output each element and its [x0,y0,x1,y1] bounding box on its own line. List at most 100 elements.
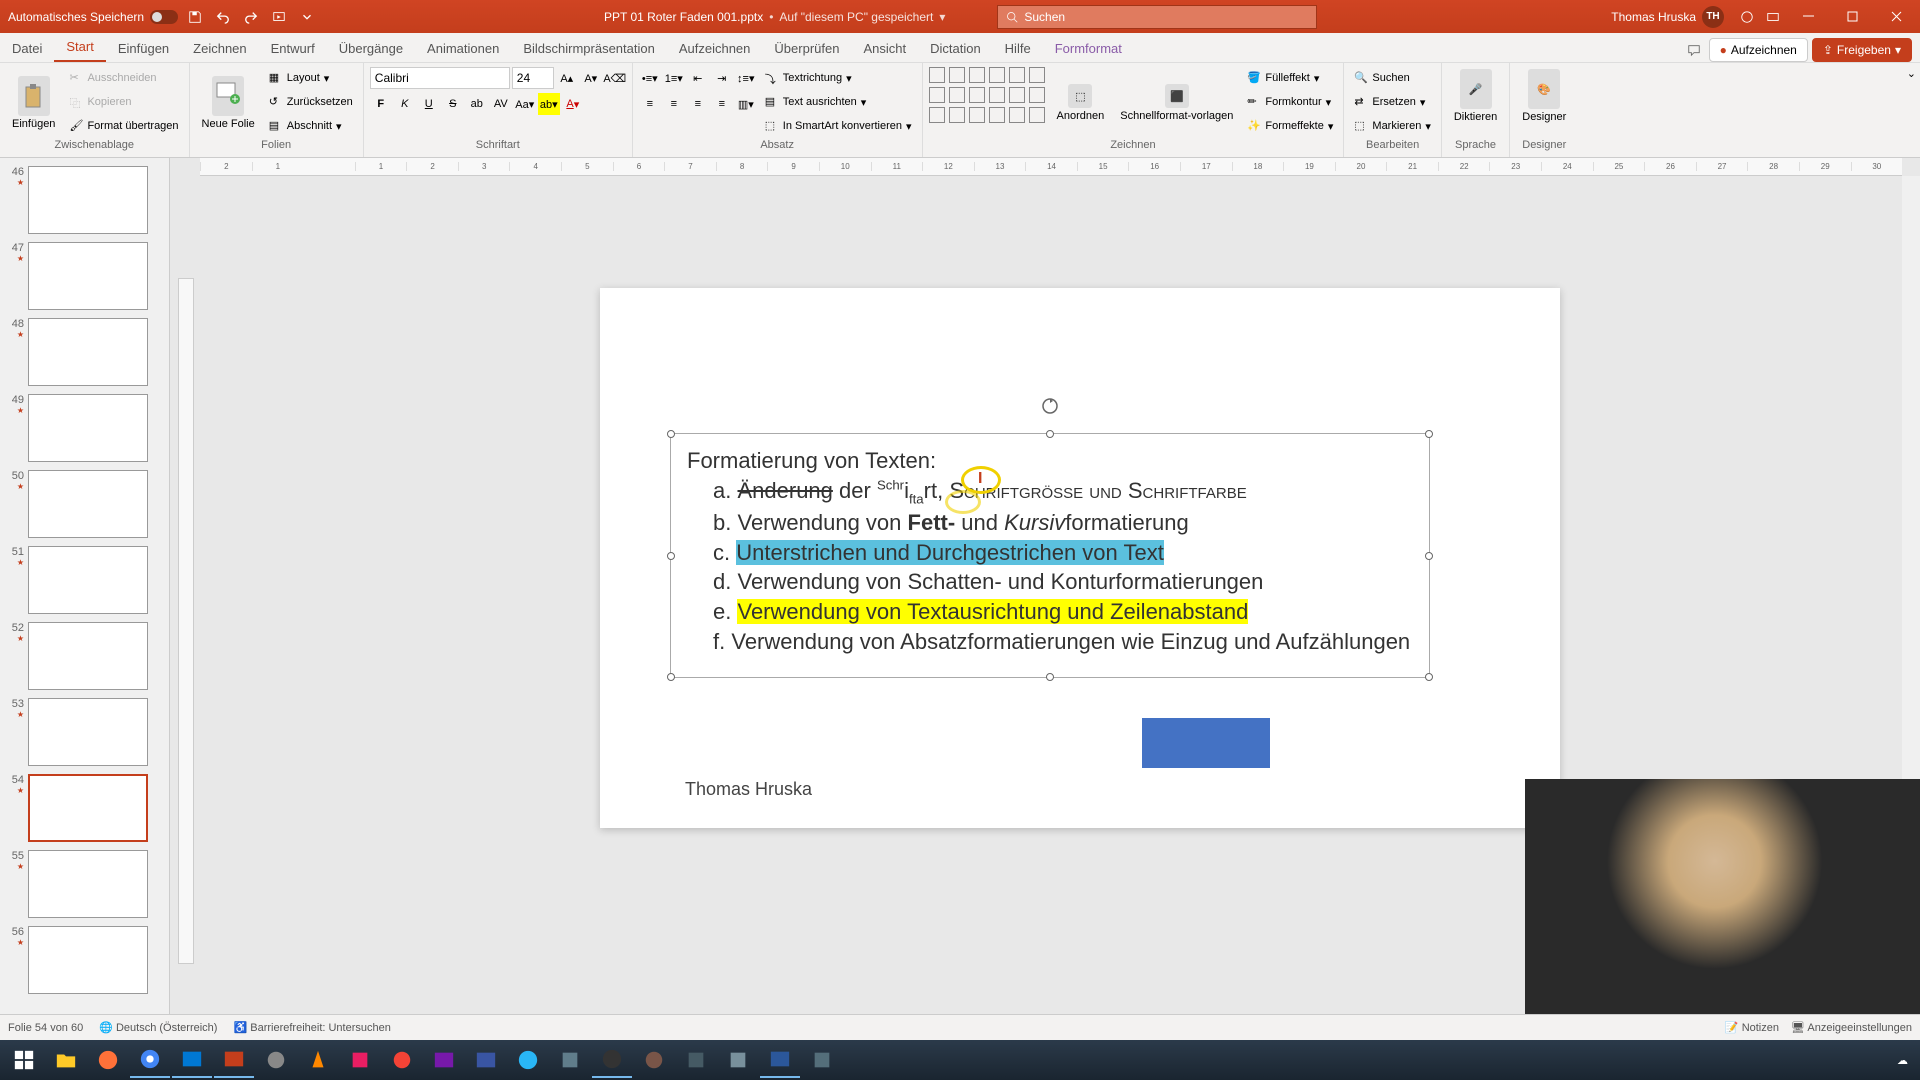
thumbnail-preview[interactable] [28,622,148,690]
taskbar-app-icon[interactable] [718,1042,758,1078]
thumbnail-item[interactable]: 48★ [0,314,169,390]
clear-format-icon[interactable]: A⌫ [604,67,626,89]
decrease-indent-button[interactable]: ⇤ [687,67,709,89]
chrome-icon[interactable] [130,1042,170,1078]
thumbnail-preview[interactable] [28,850,148,918]
thumbnail-preview[interactable] [28,546,148,614]
visio-icon[interactable] [466,1042,506,1078]
display-settings-button[interactable]: 🖥 Anzeigeeinstellungen [1791,1021,1912,1034]
share-button[interactable]: ⇪Freigeben▾ [1812,38,1912,62]
tab-ueberpruefen[interactable]: Überprüfen [762,35,851,62]
new-slide-button[interactable]: Neue Folie [196,67,261,139]
tab-uebergaenge[interactable]: Übergänge [327,35,415,62]
tray-icon[interactable]: ☁ [1897,1054,1908,1067]
bold-button[interactable]: F [370,93,392,115]
decrease-font-icon[interactable]: A▾ [580,67,602,89]
columns-button[interactable]: ▥▾ [735,93,757,115]
format-painter-button[interactable]: 🖌Format übertragen [65,115,182,137]
designer-button[interactable]: 🎨Designer [1516,67,1572,125]
align-text-button[interactable]: ▤Text ausrichten▾ [761,91,916,113]
powerpoint-icon[interactable] [214,1042,254,1078]
outlook-icon[interactable] [172,1042,212,1078]
tab-datei[interactable]: Datei [0,35,54,62]
strike-button[interactable]: S [442,93,464,115]
select-button[interactable]: ⬚Markieren▾ [1350,115,1434,137]
comments-icon[interactable] [1683,39,1705,61]
resize-handle[interactable] [667,430,675,438]
quick-styles-button[interactable]: ⬛Schnellformat-vorlagen [1114,67,1239,139]
taskbar-app-icon[interactable] [340,1042,380,1078]
slide-counter[interactable]: Folie 54 von 60 [8,1022,83,1034]
shape-outline-button[interactable]: ✏Formkontur▾ [1243,91,1337,113]
autosave-toggle[interactable]: Automatisches Speichern [8,10,178,24]
save-icon[interactable] [184,6,206,28]
line-spacing-button[interactable]: ↕≡▾ [735,67,757,89]
dictate-button[interactable]: 🎤Diktieren [1448,67,1503,125]
resize-handle[interactable] [667,673,675,681]
bullets-button[interactable]: •≡▾ [639,67,661,89]
maximize-button[interactable] [1832,0,1872,33]
tab-hilfe[interactable]: Hilfe [993,35,1043,62]
coming-soon-icon[interactable] [1736,6,1758,28]
thumbnail-preview[interactable] [28,318,148,386]
section-button[interactable]: ▤Abschnitt▾ [265,115,357,137]
resize-handle[interactable] [1425,673,1433,681]
resize-handle[interactable] [1425,430,1433,438]
shadow-button[interactable]: ab [466,93,488,115]
tab-formformat[interactable]: Formformat [1043,35,1134,62]
thumbnail-item[interactable]: 55★ [0,846,169,922]
slide[interactable]: Formatierung von Texten: a. Änderung der… [600,288,1560,828]
taskbar-app-icon[interactable] [382,1042,422,1078]
tab-ansicht[interactable]: Ansicht [851,35,918,62]
thumbnail-preview[interactable] [28,394,148,462]
search-input[interactable] [1024,10,1308,24]
align-right-button[interactable]: ≡ [687,93,709,115]
underline-button[interactable]: U [418,93,440,115]
find-button[interactable]: 🔍Suchen [1350,67,1434,89]
resize-handle[interactable] [1046,430,1054,438]
user-account[interactable]: Thomas Hruska TH [1603,6,1732,28]
font-name-select[interactable] [370,67,510,89]
thumbnail-item[interactable]: 53★ [0,694,169,770]
file-explorer-icon[interactable] [46,1042,86,1078]
thumbnail-preview[interactable] [28,166,148,234]
textbox-content[interactable]: Formatierung von Texten: a. Änderung der… [671,434,1429,668]
taskbar-app-icon[interactable] [550,1042,590,1078]
blue-rectangle-shape[interactable] [1142,718,1270,768]
shape-effects-button[interactable]: ✨Formeffekte▾ [1243,115,1337,137]
arrange-button[interactable]: ⬚Anordnen [1051,67,1111,139]
thumbnail-preview[interactable] [28,774,148,842]
justify-button[interactable]: ≡ [711,93,733,115]
increase-indent-button[interactable]: ⇥ [711,67,733,89]
language-indicator[interactable]: 🌐 Deutsch (Österreich) [99,1021,217,1034]
minimize-button[interactable] [1788,0,1828,33]
thumbnail-preview[interactable] [28,242,148,310]
thumbnail-item[interactable]: 46★ [0,162,169,238]
accessibility-checker[interactable]: ♿ Barrierefreiheit: Untersuchen [233,1021,390,1034]
qat-more-icon[interactable] [296,6,318,28]
thumbnail-item[interactable]: 47★ [0,238,169,314]
replace-button[interactable]: ⇄Ersetzen▾ [1350,91,1434,113]
record-button[interactable]: ●Aufzeichnen [1709,38,1808,62]
font-size-select[interactable] [512,67,554,89]
align-center-button[interactable]: ≡ [663,93,685,115]
thumbnail-item[interactable]: 52★ [0,618,169,694]
taskbar-app-icon[interactable] [802,1042,842,1078]
tab-entwurf[interactable]: Entwurf [259,35,327,62]
thumbnail-preview[interactable] [28,698,148,766]
tab-aufzeichnen[interactable]: Aufzeichnen [667,35,763,62]
increase-font-icon[interactable]: A▴ [556,67,578,89]
paste-button[interactable]: Einfügen [6,67,61,139]
start-button[interactable] [4,1042,44,1078]
taskbar-app-icon[interactable] [634,1042,674,1078]
start-from-beginning-icon[interactable] [268,6,290,28]
redo-icon[interactable] [240,6,262,28]
textbox[interactable]: Formatierung von Texten: a. Änderung der… [670,433,1430,678]
firefox-icon[interactable] [88,1042,128,1078]
thumbnail-item[interactable]: 54★ [0,770,169,846]
char-spacing-button[interactable]: AV [490,93,512,115]
vlc-icon[interactable] [298,1042,338,1078]
highlight-button[interactable]: ab▾ [538,93,560,115]
collapse-ribbon-icon[interactable]: ⌄ [1903,63,1920,157]
telegram-icon[interactable] [508,1042,548,1078]
